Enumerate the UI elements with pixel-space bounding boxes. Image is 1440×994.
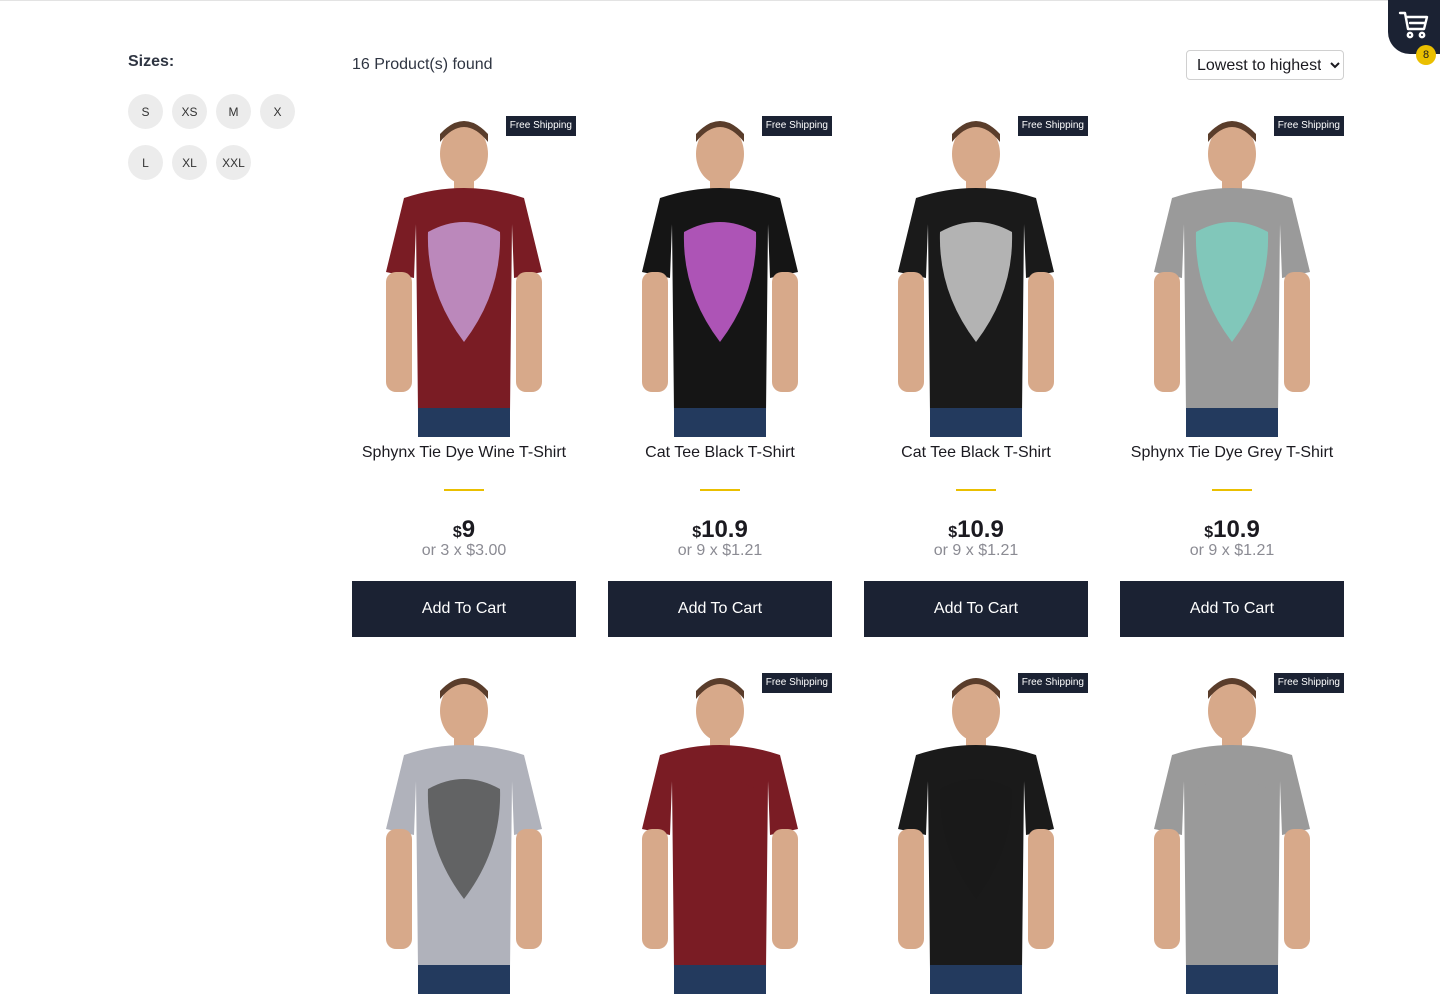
free-shipping-badge: Free Shipping xyxy=(1017,116,1088,136)
product-title: Cat Tee Black T-Shirt xyxy=(901,444,1051,461)
title-divider xyxy=(956,489,996,491)
size-button-x[interactable]: X xyxy=(260,94,295,129)
price-value: 10.9 xyxy=(957,516,1004,543)
size-filter-group: S XS M X L XL XXL xyxy=(128,94,308,180)
price-currency: $ xyxy=(692,524,702,541)
free-shipping-badge: Free Shipping xyxy=(1273,673,1344,693)
size-button-l[interactable]: L xyxy=(128,145,163,180)
product-image[interactable] xyxy=(1120,112,1344,437)
installment-text: or 9 x $1.21 xyxy=(677,542,763,559)
product-price: $10.9 xyxy=(1120,516,1344,544)
product-title: Cat Tee Black T-Shirt xyxy=(645,444,795,461)
size-button-xxl[interactable]: XXL xyxy=(216,145,251,180)
price-value: 10.9 xyxy=(701,516,748,543)
product-image[interactable] xyxy=(1120,669,1344,994)
free-shipping-badge: Free Shipping xyxy=(761,673,832,693)
product-image[interactable] xyxy=(352,112,576,437)
product-title: Sphynx Tie Dye Grey T-Shirt xyxy=(1130,444,1334,461)
size-button-xl[interactable]: XL xyxy=(172,145,207,180)
cart-count-badge: 8 xyxy=(1416,45,1436,65)
product-image[interactable] xyxy=(864,112,1088,437)
add-to-cart-button[interactable]: Add To Cart xyxy=(1120,581,1344,637)
title-divider xyxy=(700,489,740,491)
size-button-s[interactable]: S xyxy=(128,94,163,129)
add-to-cart-button[interactable]: Add To Cart xyxy=(864,581,1088,637)
installment-text: or 9 x $1.21 xyxy=(933,542,1019,559)
free-shipping-badge: Free Shipping xyxy=(505,116,576,136)
products-found-count: 16 Product(s) found xyxy=(352,56,493,73)
add-to-cart-button[interactable]: Add To Cart xyxy=(352,581,576,637)
title-divider xyxy=(444,489,484,491)
installment-text: or 3 x $3.00 xyxy=(421,542,507,559)
product-image[interactable] xyxy=(608,669,832,994)
free-shipping-badge: Free Shipping xyxy=(761,116,832,136)
product-image[interactable] xyxy=(864,669,1088,994)
price-currency: $ xyxy=(1204,524,1214,541)
installment-text: or 9 x $1.21 xyxy=(1189,542,1275,559)
price-currency: $ xyxy=(452,524,462,541)
price-value: 9 xyxy=(461,516,476,543)
add-to-cart-button[interactable]: Add To Cart xyxy=(608,581,832,637)
price-value: 10.9 xyxy=(1213,516,1260,543)
cart-icon xyxy=(1398,11,1429,39)
free-shipping-badge: Free Shipping xyxy=(1273,116,1344,136)
product-price: $10.9 xyxy=(864,516,1088,544)
sort-select[interactable]: Lowest to highest xyxy=(1186,50,1344,80)
product-image[interactable] xyxy=(608,112,832,437)
title-divider xyxy=(1212,489,1252,491)
free-shipping-badge: Free Shipping xyxy=(1017,673,1088,693)
product-price: $9 xyxy=(352,516,576,544)
sizes-filter-title: Sizes: xyxy=(128,53,175,70)
size-button-xs[interactable]: XS xyxy=(172,94,207,129)
price-currency: $ xyxy=(948,524,958,541)
product-price: $10.9 xyxy=(608,516,832,544)
cart-button[interactable] xyxy=(1388,0,1440,54)
product-title: Sphynx Tie Dye Wine T-Shirt xyxy=(361,444,567,461)
size-button-m[interactable]: M xyxy=(216,94,251,129)
product-image[interactable] xyxy=(352,669,576,994)
